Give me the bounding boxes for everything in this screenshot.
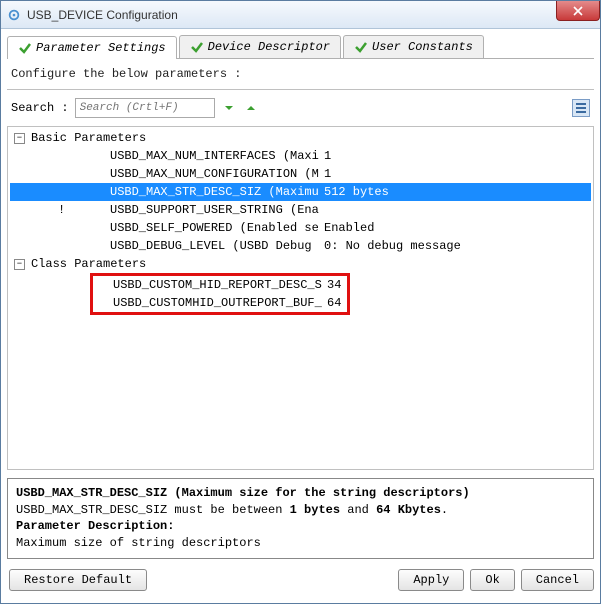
tab-parameter-settings[interactable]: Parameter Settings [7, 36, 177, 59]
group-class-parameters[interactable]: − Class Parameters [10, 255, 591, 273]
desc-body: Maximum size of string descriptors [16, 535, 585, 552]
param-row[interactable]: USBD_CUSTOM_HID_REPORT_DESC_S... 34 [93, 276, 347, 294]
restore-default-button[interactable]: Restore Default [9, 569, 147, 591]
tab-label: User Constants [372, 40, 473, 54]
config-window: USB_DEVICE Configuration Parameter Setti… [0, 0, 601, 604]
param-key: USBD_SUPPORT_USER_STRING (Ena... [110, 203, 320, 217]
titlebar: USB_DEVICE Configuration [1, 1, 600, 29]
group-label: Class Parameters [31, 257, 146, 271]
content-area: Parameter Settings Device Descriptor Use… [1, 29, 600, 603]
ok-button[interactable]: Ok [470, 569, 514, 591]
tab-user-constants[interactable]: User Constants [343, 35, 484, 58]
param-val: 1 [324, 167, 331, 181]
param-key: USBD_CUSTOM_HID_REPORT_DESC_S... [113, 278, 323, 292]
check-icon [190, 40, 204, 54]
close-button[interactable] [556, 1, 600, 21]
param-val: 64 [327, 296, 341, 310]
param-row-selected[interactable]: USBD_MAX_STR_DESC_SIZ (Maximu... 512 byte… [10, 183, 591, 201]
collapse-icon[interactable]: − [14, 259, 25, 270]
tabs: Parameter Settings Device Descriptor Use… [7, 35, 594, 59]
cancel-button[interactable]: Cancel [521, 569, 594, 591]
param-key: USBD_CUSTOMHID_OUTREPORT_BUF_... [113, 296, 323, 310]
group-basic-parameters[interactable]: − Basic Parameters [10, 129, 591, 147]
param-row[interactable]: USBD_DEBUG_LEVEL (USBD Debug ... 0: No de… [10, 237, 591, 255]
param-val: 1 [324, 149, 331, 163]
param-row[interactable]: USBD_CUSTOMHID_OUTREPORT_BUF_... 64 [93, 294, 347, 312]
param-val: 34 [327, 278, 341, 292]
param-val: 0: No debug message [324, 239, 461, 253]
param-row[interactable]: USBD_MAX_NUM_INTERFACES (Maxi... 1 [10, 147, 591, 165]
param-key: USBD_DEBUG_LEVEL (USBD Debug ... [110, 239, 320, 253]
view-mode-button[interactable] [572, 99, 590, 117]
gear-icon [7, 8, 21, 22]
desc-pd: Parameter Description: [16, 518, 585, 535]
param-key: USBD_MAX_NUM_CONFIGURATION (M... [110, 167, 320, 181]
search-prev-icon[interactable] [243, 100, 259, 116]
group-label: Basic Parameters [31, 131, 146, 145]
collapse-icon[interactable]: − [14, 133, 25, 144]
search-label: Search : [11, 101, 69, 115]
desc-line: USBD_MAX_STR_DESC_SIZ must be between 1 … [16, 502, 585, 519]
tab-label: Parameter Settings [36, 41, 166, 55]
param-row[interactable]: USBD_SELF_POWERED (Enabled se... Enabled [10, 219, 591, 237]
param-val: Enabled [324, 221, 374, 235]
param-key: USBD_MAX_STR_DESC_SIZ (Maximu... [110, 185, 320, 199]
apply-button[interactable]: Apply [398, 569, 464, 591]
parameters-tree: − Basic Parameters USBD_MAX_NUM_INTERFAC… [7, 126, 594, 470]
check-icon [354, 40, 368, 54]
desc-title: USBD_MAX_STR_DESC_SIZ (Maximum size for … [16, 485, 585, 502]
tab-label: Device Descriptor [208, 40, 330, 54]
param-row-warning[interactable]: USBD_SUPPORT_USER_STRING (Ena... [10, 201, 591, 219]
param-key: USBD_SELF_POWERED (Enabled se... [110, 221, 320, 235]
tab-device-descriptor[interactable]: Device Descriptor [179, 35, 341, 58]
window-title: USB_DEVICE Configuration [27, 8, 178, 22]
config-note: Configure the below parameters : [7, 59, 594, 90]
param-key: USBD_MAX_NUM_INTERFACES (Maxi... [110, 149, 320, 163]
param-row[interactable]: USBD_MAX_NUM_CONFIGURATION (M... 1 [10, 165, 591, 183]
description-panel: USBD_MAX_STR_DESC_SIZ (Maximum size for … [7, 478, 594, 559]
search-input[interactable] [75, 98, 215, 118]
button-bar: Restore Default Apply Ok Cancel [7, 565, 594, 597]
search-row: Search : [7, 90, 594, 126]
highlight-annotation: USBD_CUSTOM_HID_REPORT_DESC_S... 34 USBD_… [90, 273, 350, 315]
search-next-icon[interactable] [221, 100, 237, 116]
check-icon [18, 41, 32, 55]
param-val: 512 bytes [324, 185, 389, 199]
